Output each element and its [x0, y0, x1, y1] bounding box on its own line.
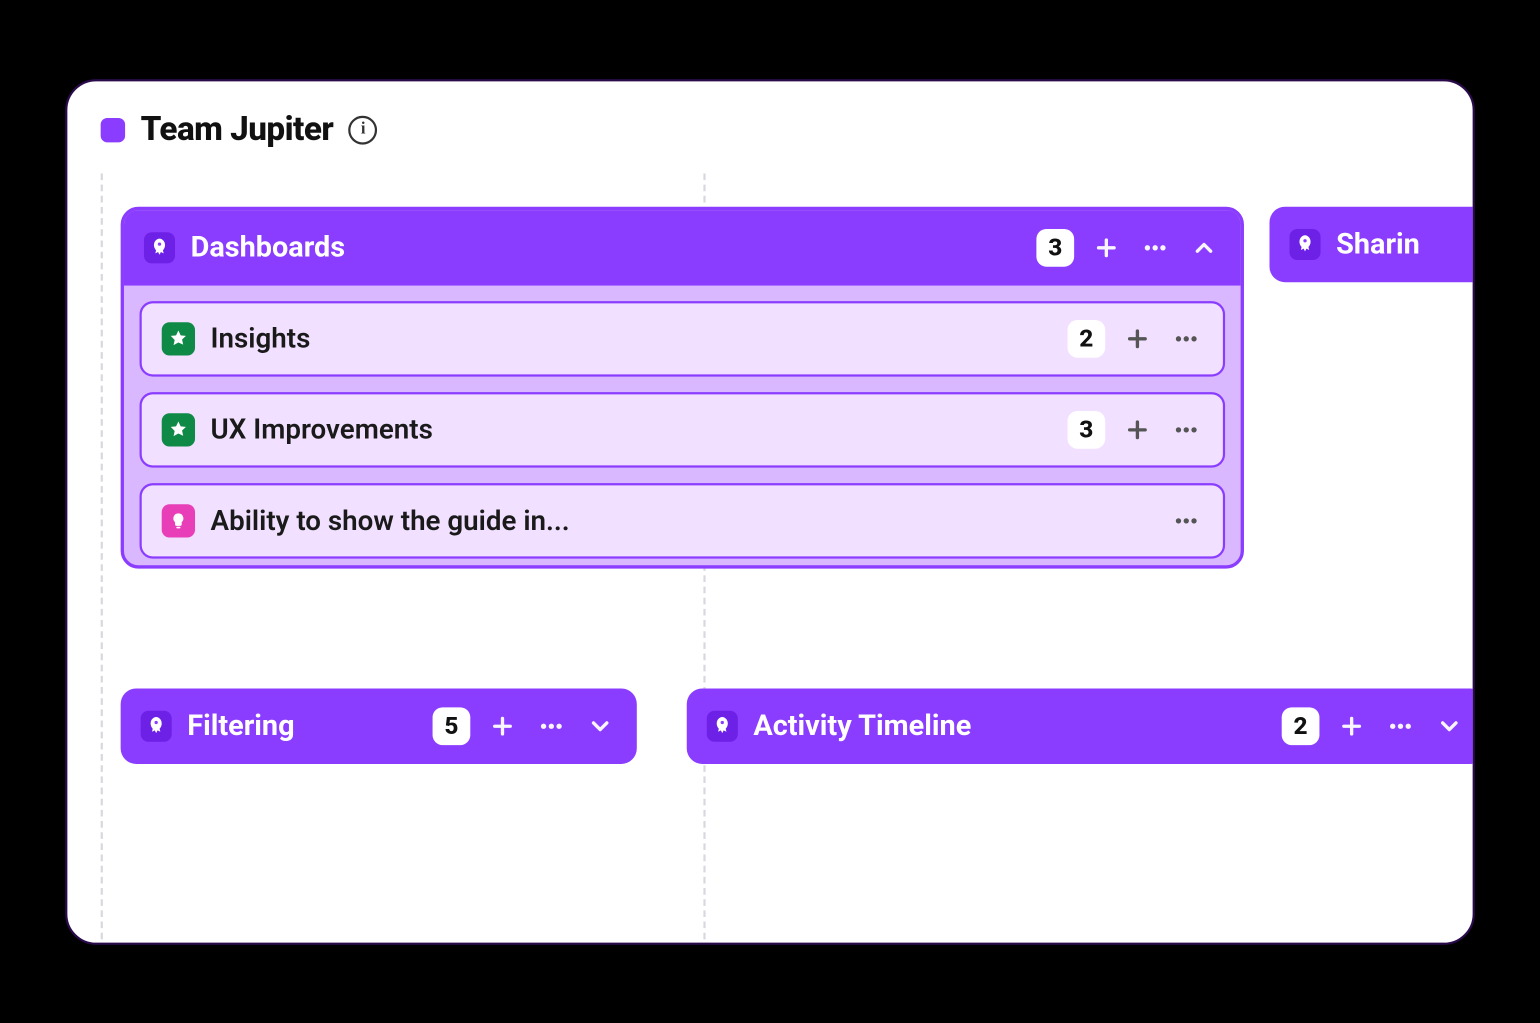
epic-card-filtering[interactable]: Filtering 5: [121, 688, 637, 763]
story-row[interactable]: Ability to show the guide in...: [140, 483, 1226, 558]
epic-title: Sharin: [1336, 227, 1475, 260]
epic-header[interactable]: Dashboards 3: [124, 210, 1241, 285]
story-title: Insights: [211, 322, 1052, 354]
team-title: Team Jupiter: [141, 110, 334, 149]
story-title: UX Improvements: [211, 413, 1052, 445]
more-button[interactable]: [1170, 413, 1203, 446]
rocket-icon: [707, 710, 738, 741]
info-icon[interactable]: i: [349, 115, 378, 144]
star-icon: [162, 322, 195, 355]
app-window: Team Jupiter i Dashboards 3: [65, 79, 1475, 945]
more-button[interactable]: [1139, 231, 1172, 264]
epic-count-badge: 2: [1282, 707, 1320, 745]
epic-body: Insights 2 UX Improvements 3: [124, 285, 1241, 565]
story-count-badge: 3: [1067, 410, 1105, 448]
epic-card-sharing[interactable]: Sharin: [1270, 206, 1475, 281]
epic-count-badge: 3: [1036, 228, 1074, 266]
story-title: Ability to show the guide in...: [211, 504, 1155, 536]
team-color-chip: [101, 117, 125, 141]
add-button[interactable]: [486, 709, 519, 742]
story-count-badge: 2: [1067, 319, 1105, 357]
rocket-icon: [1289, 228, 1320, 259]
epic-title: Activity Timeline: [753, 709, 1266, 742]
add-button[interactable]: [1335, 709, 1368, 742]
star-icon: [162, 413, 195, 446]
page-header: Team Jupiter i: [67, 81, 1472, 173]
rocket-icon: [144, 232, 175, 263]
story-row[interactable]: Insights 2: [140, 301, 1226, 376]
epic-card-dashboards[interactable]: Dashboards 3 Insights 2: [121, 206, 1244, 568]
rocket-icon: [141, 710, 172, 741]
more-button[interactable]: [535, 709, 568, 742]
epic-count-badge: 5: [433, 707, 471, 745]
add-button[interactable]: [1121, 413, 1154, 446]
story-row[interactable]: UX Improvements 3: [140, 392, 1226, 467]
expand-button[interactable]: [584, 709, 617, 742]
add-button[interactable]: [1090, 231, 1123, 264]
epic-card-activity-timeline[interactable]: Activity Timeline 2: [687, 688, 1475, 763]
epic-title: Filtering: [187, 709, 417, 742]
epic-title: Dashboards: [191, 231, 1021, 264]
more-button[interactable]: [1170, 322, 1203, 355]
more-button[interactable]: [1170, 504, 1203, 537]
collapse-button[interactable]: [1187, 231, 1220, 264]
lane-divider: [101, 173, 103, 939]
add-button[interactable]: [1121, 322, 1154, 355]
lightbulb-icon: [162, 504, 195, 537]
expand-button[interactable]: [1433, 709, 1466, 742]
more-button[interactable]: [1384, 709, 1417, 742]
board-area: Dashboards 3 Insights 2: [67, 173, 1472, 939]
